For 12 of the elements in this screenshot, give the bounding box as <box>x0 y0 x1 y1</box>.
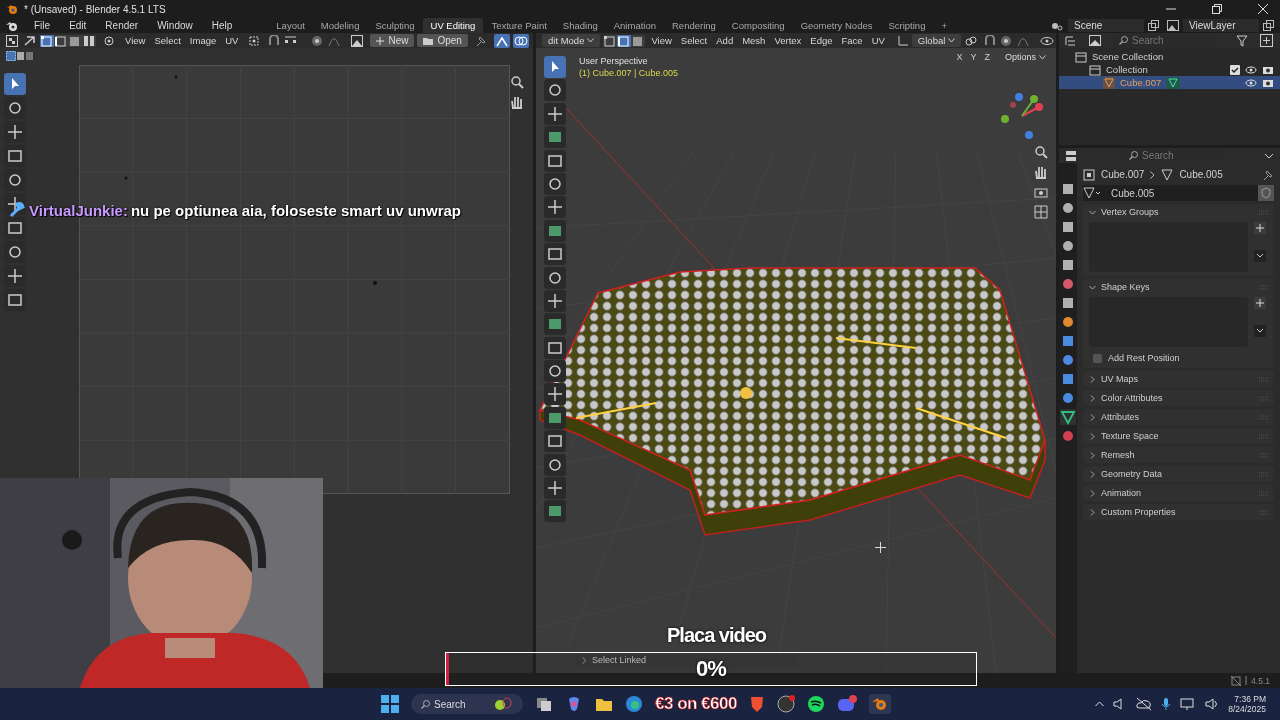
operator-name: Select Linked <box>592 655 647 665</box>
goal-title: Placa video <box>667 624 767 647</box>
chat-message: nu pe optiunea aia, foloseste smart uv unwrap <box>130 201 461 219</box>
window-title: * (Unsaved) - Blender 4.5.1 LTS <box>24 3 166 15</box>
chat-username: VirtualJunkie: <box>29 201 128 219</box>
checkbox-label: Add Rest Position <box>1108 353 1180 363</box>
breadcrumb-item: Cube.005 <box>1179 169 1223 180</box>
promo-text: €3 on €600 <box>655 694 737 714</box>
object-info: (1) Cube.007 | Cube.005 <box>579 68 678 78</box>
view-name: User Perspective <box>579 56 649 66</box>
version-label: 4.5.1 <box>1251 675 1270 686</box>
breadcrumb-item: Cube.007 <box>1101 169 1145 180</box>
